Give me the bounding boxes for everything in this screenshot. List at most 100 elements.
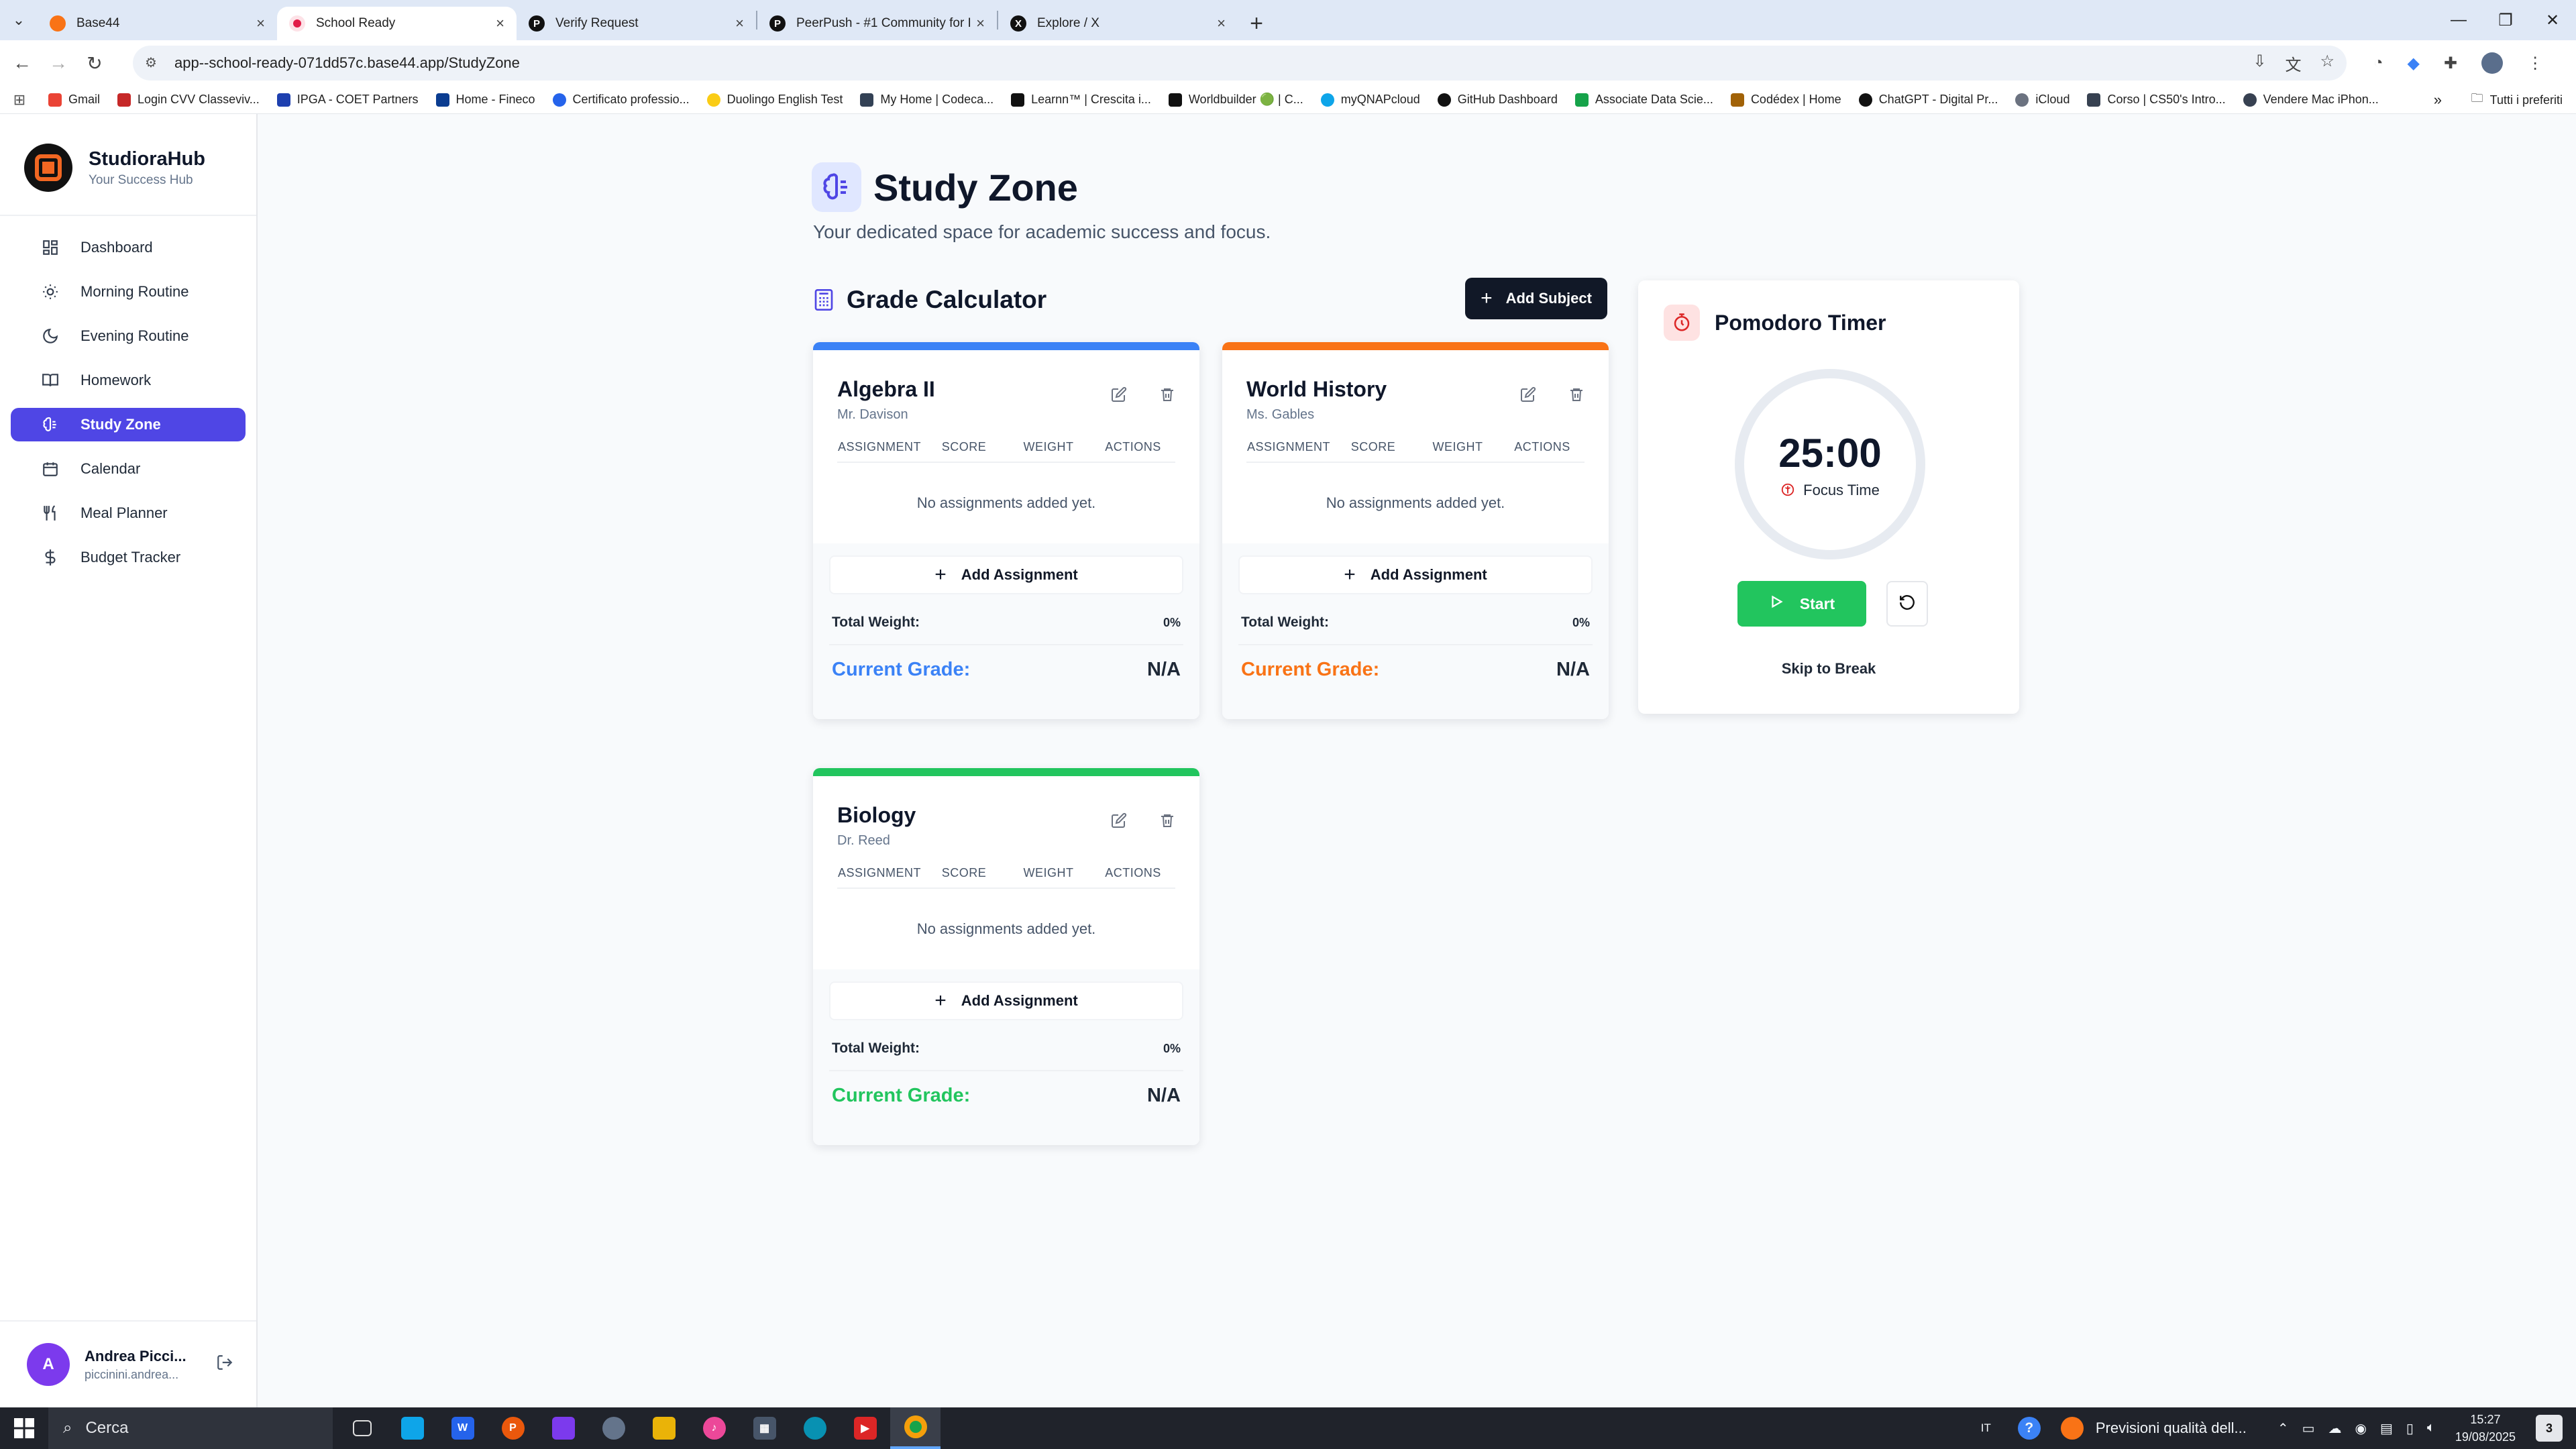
bookmark-item[interactable]: My Home | Codeca...: [860, 93, 994, 107]
close-tab-icon[interactable]: ×: [1217, 15, 1226, 32]
browser-tab[interactable]: P Verify Request ×: [517, 7, 756, 40]
browser-tab[interactable]: Base44 ×: [38, 7, 277, 40]
bookmark-item[interactable]: myQNAPcloud: [1320, 93, 1420, 107]
start-button[interactable]: Start: [1737, 581, 1866, 627]
extension-icon[interactable]: ◔: [2373, 54, 2383, 72]
logout-icon[interactable]: [216, 1354, 233, 1376]
bookmark-item[interactable]: iCloud: [2015, 93, 2070, 107]
close-tab-icon[interactable]: ×: [976, 15, 985, 32]
bookmark-item[interactable]: Worldbuilder 🟢 | C...: [1168, 93, 1303, 107]
browser-tab[interactable]: X Explore / X ×: [998, 7, 1238, 40]
extension-icon[interactable]: ◆: [2408, 54, 2420, 73]
bookmark-item[interactable]: Certificato professio...: [552, 93, 690, 107]
bookmark-star-icon[interactable]: ☆: [2320, 52, 2334, 75]
all-bookmarks-folder[interactable]: 🗀 Tutti i preferiti: [2471, 86, 2563, 114]
chevron-up-icon[interactable]: ⌃: [2277, 1420, 2289, 1437]
site-info-icon[interactable]: ⚙: [145, 54, 162, 72]
itunes-icon[interactable]: ♪: [689, 1407, 739, 1449]
trash-icon[interactable]: [1159, 386, 1175, 406]
notification-badge[interactable]: 3: [2536, 1415, 2563, 1442]
calculator-icon[interactable]: ▦: [739, 1407, 790, 1449]
close-tab-icon[interactable]: ×: [256, 15, 265, 32]
add-assignment-button[interactable]: + Add Assignment: [1238, 555, 1593, 594]
new-tab-button[interactable]: +: [1238, 7, 1275, 40]
network-icon[interactable]: ▤: [2380, 1420, 2393, 1437]
file-explorer-icon[interactable]: [639, 1407, 689, 1449]
bookmark-item[interactable]: Duolingo English Test: [706, 93, 843, 107]
edit-icon[interactable]: [1111, 812, 1127, 832]
volume-icon[interactable]: 🔈︎: [2427, 1420, 2435, 1437]
bookmark-item[interactable]: Vendere Mac iPhon...: [2243, 93, 2379, 107]
brain-icon: [812, 162, 861, 212]
bookmark-item[interactable]: IPGA - COET Partners: [276, 93, 419, 107]
sidebar-item-evening-routine[interactable]: Evening Routine: [11, 319, 246, 353]
trash-icon[interactable]: [1568, 386, 1585, 406]
tab-search-button[interactable]: ⌄: [0, 0, 38, 40]
app-icon[interactable]: [588, 1407, 639, 1449]
bookmark-item[interactable]: Associate Data Scie...: [1574, 93, 1713, 107]
bookmark-item[interactable]: Login CVV Classeviv...: [117, 93, 260, 107]
more-bookmarks-icon[interactable]: »: [2434, 86, 2442, 114]
url-text[interactable]: app--school-ready-071dd57c.base44.app/St…: [174, 54, 2253, 72]
menu-dots-icon[interactable]: ⋮: [2527, 54, 2543, 73]
copilot-icon[interactable]: [538, 1407, 588, 1449]
sidebar-item-calendar[interactable]: Calendar: [11, 452, 246, 486]
minimize-icon[interactable]: —: [2435, 0, 2482, 40]
battery-icon[interactable]: ▯: [2406, 1420, 2414, 1437]
taskbar-search[interactable]: ⌕ Cerca: [48, 1407, 333, 1449]
skip-to-break-button[interactable]: Skip to Break: [1638, 660, 2019, 678]
add-assignment-button[interactable]: + Add Assignment: [829, 981, 1183, 1020]
back-icon[interactable]: ←: [4, 45, 40, 81]
windows-start-icon[interactable]: [0, 1407, 48, 1449]
add-assignment-button[interactable]: + Add Assignment: [829, 555, 1183, 594]
bookmark-item[interactable]: Codédex | Home: [1730, 93, 1841, 107]
reset-button[interactable]: [1886, 581, 1928, 627]
bookmark-item[interactable]: Home - Fineco: [435, 93, 535, 107]
help-icon[interactable]: ?: [2017, 1417, 2041, 1440]
close-tab-icon[interactable]: ×: [735, 15, 744, 32]
bookmark-item[interactable]: ChatGPT - Digital Pr...: [1858, 93, 1998, 107]
edit-icon[interactable]: [1520, 386, 1536, 406]
extensions-puzzle-icon[interactable]: ✚: [2444, 54, 2457, 73]
onedrive-icon[interactable]: ☁: [2328, 1420, 2342, 1437]
word-icon[interactable]: W: [437, 1407, 488, 1449]
sidebar-item-homework[interactable]: Homework: [11, 364, 246, 397]
bookmark-item[interactable]: Learnn™ | Crescita i...: [1011, 93, 1151, 107]
tray-app-icon[interactable]: ◉: [2355, 1420, 2367, 1437]
sun-icon: [40, 282, 60, 302]
sidebar-item-morning-routine[interactable]: Morning Routine: [11, 275, 246, 309]
sidebar-item-dashboard[interactable]: Dashboard: [11, 231, 246, 264]
close-window-icon[interactable]: ✕: [2529, 0, 2576, 40]
avatar[interactable]: A: [27, 1343, 70, 1386]
reload-icon[interactable]: ↻: [76, 45, 113, 81]
media-player-icon[interactable]: ▶: [840, 1407, 890, 1449]
tray-app-icon[interactable]: ▭: [2302, 1420, 2315, 1437]
edit-icon[interactable]: [1111, 386, 1127, 406]
chrome-icon[interactable]: [890, 1407, 941, 1449]
install-app-icon[interactable]: ⇩: [2253, 52, 2266, 75]
sidebar-item-meal-planner[interactable]: Meal Planner: [11, 496, 246, 530]
trash-icon[interactable]: [1159, 812, 1175, 832]
edge-icon[interactable]: [790, 1407, 840, 1449]
browser-tab-active[interactable]: School Ready ×: [277, 7, 517, 40]
sidebar-item-budget-tracker[interactable]: Budget Tracker: [11, 541, 246, 574]
bookmark-item[interactable]: GitHub Dashboard: [1437, 93, 1558, 107]
add-subject-button[interactable]: + Add Subject: [1465, 278, 1607, 319]
apps-grid-icon[interactable]: ⊞: [11, 91, 28, 109]
address-bar[interactable]: ⚙ app--school-ready-071dd57c.base44.app/…: [133, 46, 2347, 80]
task-view-icon[interactable]: [337, 1407, 387, 1449]
input-language[interactable]: IT: [1981, 1421, 1991, 1435]
weather-widget[interactable]: Previsioni qualità dell...: [2060, 1417, 2247, 1440]
forward-icon[interactable]: →: [40, 45, 76, 81]
microsoft-store-icon[interactable]: [387, 1407, 437, 1449]
bookmark-item[interactable]: Corso | CS50's Intro...: [2087, 93, 2226, 107]
translate-icon[interactable]: 文: [2285, 52, 2301, 75]
powerpoint-icon[interactable]: P: [488, 1407, 538, 1449]
browser-tab[interactable]: P PeerPush - #1 Community for I ×: [757, 7, 997, 40]
sidebar-item-study-zone[interactable]: Study Zone: [11, 408, 246, 441]
bookmark-item[interactable]: Gmail: [48, 93, 100, 107]
clock[interactable]: 15:27 19/08/2025: [2455, 1411, 2516, 1446]
profile-avatar[interactable]: [2481, 52, 2504, 74]
close-tab-icon[interactable]: ×: [496, 15, 504, 32]
restore-icon[interactable]: ❐: [2482, 0, 2529, 40]
